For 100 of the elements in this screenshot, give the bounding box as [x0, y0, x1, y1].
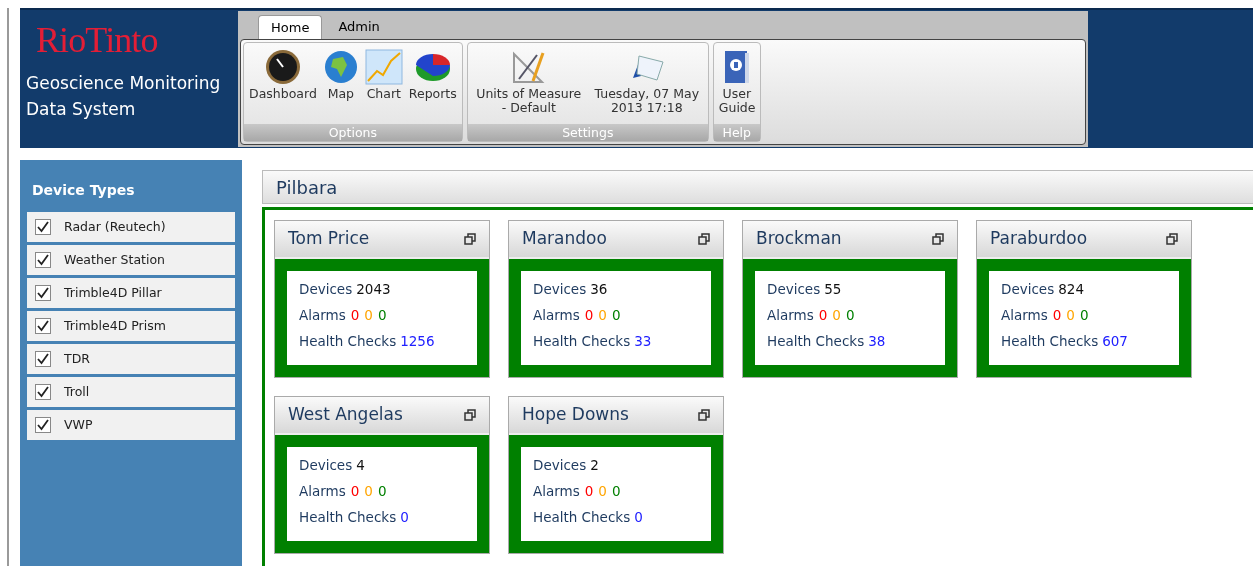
health-checks-count[interactable]: 1256 — [400, 331, 435, 351]
health-checks-count[interactable]: 0 — [634, 507, 643, 527]
devices-count: 824 — [1058, 280, 1084, 299]
device-type-item[interactable]: Trimble4D Prism — [27, 311, 235, 341]
site-name: Paraburdoo — [990, 227, 1088, 251]
site-name: Tom Price — [288, 227, 370, 251]
restore-window-icon[interactable] — [698, 233, 710, 245]
alarm-count: 0 — [845, 306, 855, 325]
health-checks-label: Health Checks — [299, 332, 397, 351]
alarm-count: 0 — [584, 306, 594, 325]
health-checks-count[interactable]: 607 — [1102, 331, 1128, 351]
device-type-label: Radar (Reutech) — [64, 217, 166, 236]
ribbon-button[interactable]: Reports — [405, 47, 460, 124]
alarms-label: Alarms — [299, 482, 346, 501]
alarm-count: 0 — [377, 306, 387, 325]
checkbox[interactable] — [35, 318, 51, 334]
devices-count: 36 — [590, 280, 608, 299]
brand-logo: RioTinto — [35, 20, 159, 60]
devices-label: Devices — [533, 280, 587, 299]
device-type-label: Trimble4D Prism — [64, 316, 166, 335]
sidebar-title: Device Types — [31, 181, 136, 200]
drafting-tools-icon — [510, 49, 547, 85]
device-type-label: Weather Station — [64, 250, 166, 269]
alarm-count: 0 — [818, 306, 828, 325]
device-type-item[interactable]: VWP — [27, 410, 235, 440]
device-type-item[interactable]: Trimble4D Pillar — [27, 278, 235, 308]
site-name: Hope Downs — [522, 403, 629, 427]
site-name: West Angelas — [288, 403, 403, 427]
devices-label: Devices — [533, 456, 587, 475]
restore-window-icon[interactable] — [932, 233, 944, 245]
restore-window-icon[interactable] — [1166, 233, 1178, 245]
devices-label: Devices — [299, 280, 353, 299]
alarm-count: 0 — [584, 482, 594, 501]
restore-window-icon[interactable] — [698, 409, 710, 421]
health-checks-label: Health Checks — [533, 332, 631, 351]
device-type-label: TDR — [64, 349, 90, 368]
health-checks-label: Health Checks — [533, 508, 631, 527]
app-title: Geoscience Monitoring Data System — [26, 72, 222, 121]
health-checks-count[interactable]: 0 — [400, 507, 409, 527]
alarm-count: 0 — [377, 482, 387, 501]
device-type-item[interactable]: TDR — [27, 344, 235, 374]
pie-chart-icon — [413, 51, 452, 83]
restore-window-icon[interactable] — [464, 233, 476, 245]
alarm-count: 0 — [350, 482, 360, 501]
device-type-item[interactable]: Radar (Reutech) — [27, 212, 235, 242]
health-checks-label: Health Checks — [299, 508, 397, 527]
devices-count: 4 — [356, 456, 365, 475]
device-type-label: Troll — [64, 382, 90, 401]
alarms-label: Alarms — [1001, 306, 1048, 325]
region-title: Pilbara — [276, 175, 338, 200]
alarm-count: 0 — [611, 306, 621, 325]
health-checks-label: Health Checks — [1001, 332, 1099, 351]
ribbon-group-label: Options — [244, 124, 462, 141]
ribbon-button[interactable]: User Guide — [715, 47, 758, 124]
alarm-count: 0 — [598, 306, 607, 325]
alarm-count: 0 — [611, 482, 621, 501]
ribbon-tab[interactable]: Home — [258, 15, 323, 39]
alarms-label: Alarms — [767, 306, 814, 325]
alarm-count: 0 — [1079, 306, 1089, 325]
ribbon-group-label: Help — [713, 124, 760, 141]
devices-count: 55 — [824, 280, 842, 299]
checkbox[interactable] — [35, 384, 51, 400]
checkbox[interactable] — [35, 252, 51, 268]
device-type-label: Trimble4D Pillar — [64, 283, 162, 302]
device-type-item[interactable]: Weather Station — [27, 245, 235, 275]
alarms-label: Alarms — [533, 306, 580, 325]
devices-label: Devices — [1001, 280, 1055, 299]
checkbox[interactable] — [35, 351, 51, 367]
device-type-label: VWP — [64, 415, 93, 434]
ribbon-button[interactable]: Chart — [361, 47, 406, 124]
ribbon-button[interactable]: Tuesday, 07 May 2013 17:18 — [587, 47, 706, 124]
ribbon-button[interactable]: Map — [319, 47, 362, 124]
health-checks-count[interactable]: 38 — [868, 331, 886, 351]
ribbon-group-label: Settings — [467, 124, 708, 141]
line-chart-icon — [364, 49, 403, 85]
alarms-label: Alarms — [533, 482, 580, 501]
devices-count: 2 — [590, 456, 599, 475]
checkbox[interactable] — [35, 417, 51, 433]
alarm-count: 0 — [350, 306, 360, 325]
ribbon-button[interactable]: Dashboard — [246, 47, 320, 124]
globe-icon — [322, 49, 359, 85]
devices-label: Devices — [299, 456, 353, 475]
alarm-count: 0 — [832, 306, 841, 325]
alarm-count: 0 — [364, 482, 373, 501]
checkbox[interactable] — [35, 219, 51, 235]
site-name: Brockman — [756, 227, 842, 251]
gauge-icon — [264, 49, 301, 85]
help-book-icon — [722, 49, 751, 85]
health-checks-label: Health Checks — [767, 332, 865, 351]
checkbox[interactable] — [35, 285, 51, 301]
alarm-count: 0 — [364, 306, 373, 325]
restore-window-icon[interactable] — [464, 409, 476, 421]
alarm-count: 0 — [598, 482, 607, 501]
alarm-count: 0 — [1066, 306, 1075, 325]
device-type-item[interactable]: Troll — [27, 377, 235, 407]
ribbon-button[interactable]: Units of Measure - Default — [469, 47, 588, 124]
health-checks-count[interactable]: 33 — [634, 331, 652, 351]
alarm-count: 0 — [1052, 306, 1062, 325]
site-name: Marandoo — [522, 227, 607, 251]
ribbon-tab[interactable]: Admin — [322, 15, 396, 39]
